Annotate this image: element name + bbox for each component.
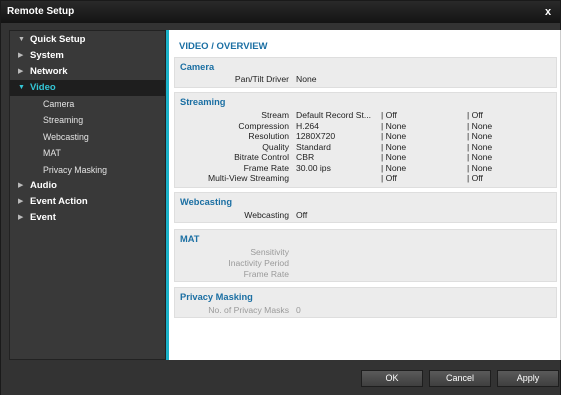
mat-row: Inactivity Period bbox=[175, 258, 558, 268]
stream-2-value: | None bbox=[381, 152, 407, 162]
sidebar-item-network[interactable]: ▶ Network bbox=[10, 64, 165, 80]
stream-2-value: | None bbox=[381, 141, 407, 152]
sidebar-item-label: Event Action bbox=[30, 195, 88, 207]
content-panel: VIDEO / OVERVIEW Camera Pan/Tilt Driver … bbox=[169, 30, 561, 360]
page-title: VIDEO / OVERVIEW bbox=[179, 41, 268, 52]
streaming-section: Streaming Stream Default Record St... | … bbox=[174, 92, 557, 188]
field-label: Webcasting bbox=[244, 210, 289, 220]
sidebar-subitem-camera[interactable]: Camera bbox=[10, 96, 165, 112]
cancel-button[interactable]: Cancel bbox=[429, 370, 491, 387]
sidebar-item-audio[interactable]: ▶ Audio bbox=[10, 178, 165, 194]
field-label: Stream bbox=[261, 110, 289, 120]
field-value: None bbox=[296, 74, 317, 84]
section-title: Streaming bbox=[180, 97, 226, 107]
section-title: Privacy Masking bbox=[180, 292, 253, 302]
stream-2-value: | None bbox=[381, 120, 407, 131]
stream-3-value: | Off bbox=[467, 173, 483, 183]
sidebar-subitem-streaming[interactable]: Streaming bbox=[10, 112, 165, 128]
table-row: Quality Standard | None | None bbox=[175, 142, 558, 152]
field-label: Pan/Tilt Driver bbox=[234, 74, 289, 84]
field-value: Off bbox=[296, 210, 308, 220]
triangle-down-icon: ▼ bbox=[18, 36, 25, 43]
field-label: Quality bbox=[262, 141, 289, 152]
pan-tilt-row: Pan/Tilt Driver None bbox=[175, 74, 558, 84]
close-icon[interactable]: x bbox=[542, 1, 554, 23]
stream-3-value: | None bbox=[467, 162, 493, 173]
sidebar-item-system[interactable]: ▶ System bbox=[10, 48, 165, 64]
mat-row: Sensitivity bbox=[175, 247, 558, 257]
triangle-down-icon: ▼ bbox=[18, 84, 25, 91]
section-title: Webcasting bbox=[180, 197, 233, 207]
table-row: Compression H.264 | None | None bbox=[175, 121, 558, 131]
table-row: Resolution 1280X720 | None | None bbox=[175, 131, 558, 141]
sidebar-item-video[interactable]: ▼ Video bbox=[10, 80, 165, 96]
stream-1-value: CBR bbox=[296, 152, 315, 162]
mat-section: MAT Sensitivity Inactivity Period Frame … bbox=[174, 229, 557, 282]
sidebar-item-event[interactable]: ▶ Event bbox=[10, 210, 165, 226]
triangle-right-icon: ▶ bbox=[18, 197, 24, 205]
section-title: MAT bbox=[180, 234, 200, 244]
sidebar-item-label: Audio bbox=[30, 179, 57, 191]
webcasting-row: Webcasting Off bbox=[175, 210, 558, 220]
stream-3-value: | None bbox=[467, 120, 493, 131]
stream-1-value: Standard bbox=[296, 141, 331, 152]
stream-3-value: | None bbox=[467, 131, 493, 141]
ok-button[interactable]: OK bbox=[361, 370, 423, 387]
title-bar: Remote Setup x bbox=[1, 1, 560, 23]
mat-row: Frame Rate bbox=[175, 269, 558, 279]
field-label: Resolution bbox=[248, 131, 289, 141]
stream-2-value: | None bbox=[381, 162, 407, 173]
table-row: Frame Rate 30.00 ips | None | None bbox=[175, 163, 558, 173]
field-label: No. of Privacy Masks bbox=[208, 305, 289, 315]
sidebar-item-label: Video bbox=[30, 82, 56, 93]
field-label: Multi-View Streaming bbox=[207, 173, 289, 183]
window-title: Remote Setup bbox=[7, 6, 75, 17]
table-row: Stream Default Record St... | Off | Off bbox=[175, 110, 558, 120]
triangle-right-icon: ▶ bbox=[18, 68, 24, 75]
triangle-right-icon: ▶ bbox=[18, 213, 24, 221]
triangle-right-icon: ▶ bbox=[18, 52, 24, 59]
field-label: Frame Rate bbox=[243, 269, 289, 279]
sidebar-subitem-webcasting[interactable]: Webcasting bbox=[10, 129, 165, 145]
sidebar-nav: ▼ Quick Setup ▶ System ▶ Network ▼ Video… bbox=[9, 30, 166, 360]
sidebar-item-quick-setup[interactable]: ▼ Quick Setup bbox=[10, 32, 165, 48]
webcasting-section: Webcasting Webcasting Off bbox=[174, 192, 557, 223]
stream-1-value: 1280X720 bbox=[296, 131, 336, 141]
sidebar-item-event-action[interactable]: ▶ Event Action bbox=[10, 194, 165, 210]
camera-section: Camera Pan/Tilt Driver None bbox=[174, 57, 557, 88]
sidebar-subitem-privacy-masking[interactable]: Privacy Masking bbox=[10, 162, 165, 178]
sidebar-item-label: Event bbox=[30, 211, 56, 223]
table-row: Multi-View Streaming | Off | Off bbox=[175, 173, 558, 183]
stream-2-value: | None bbox=[381, 131, 407, 141]
stream-2-value: | Off bbox=[381, 173, 397, 183]
remote-setup-window: Remote Setup x ▼ Quick Setup ▶ System ▶ … bbox=[0, 0, 561, 395]
field-label: Frame Rate bbox=[243, 162, 289, 173]
triangle-right-icon: ▶ bbox=[18, 181, 24, 189]
stream-1-value: Default Record St... bbox=[296, 110, 371, 120]
stream-1-value: H.264 bbox=[296, 120, 319, 131]
privacy-row: No. of Privacy Masks 0 bbox=[175, 305, 558, 315]
stream-3-value: | None bbox=[467, 141, 493, 152]
field-label: Inactivity Period bbox=[228, 258, 289, 268]
sidebar-item-label: System bbox=[30, 50, 64, 61]
stream-3-value: | Off bbox=[467, 110, 483, 120]
apply-button[interactable]: Apply bbox=[497, 370, 559, 387]
sidebar-item-label: Quick Setup bbox=[30, 34, 86, 45]
stream-1-value: 30.00 ips bbox=[296, 162, 331, 173]
field-label: Bitrate Control bbox=[234, 152, 289, 162]
field-label: Sensitivity bbox=[250, 247, 289, 257]
field-label: Compression bbox=[238, 120, 289, 131]
stream-2-value: | Off bbox=[381, 110, 397, 120]
field-value: 0 bbox=[296, 305, 301, 315]
section-title: Camera bbox=[180, 62, 215, 72]
privacy-masking-section: Privacy Masking No. of Privacy Masks 0 bbox=[174, 287, 557, 318]
sidebar-item-label: Network bbox=[30, 66, 68, 77]
stream-3-value: | None bbox=[467, 152, 493, 162]
sidebar-subitem-mat[interactable]: MAT bbox=[10, 145, 165, 161]
table-row: Bitrate Control CBR | None | None bbox=[175, 152, 558, 162]
